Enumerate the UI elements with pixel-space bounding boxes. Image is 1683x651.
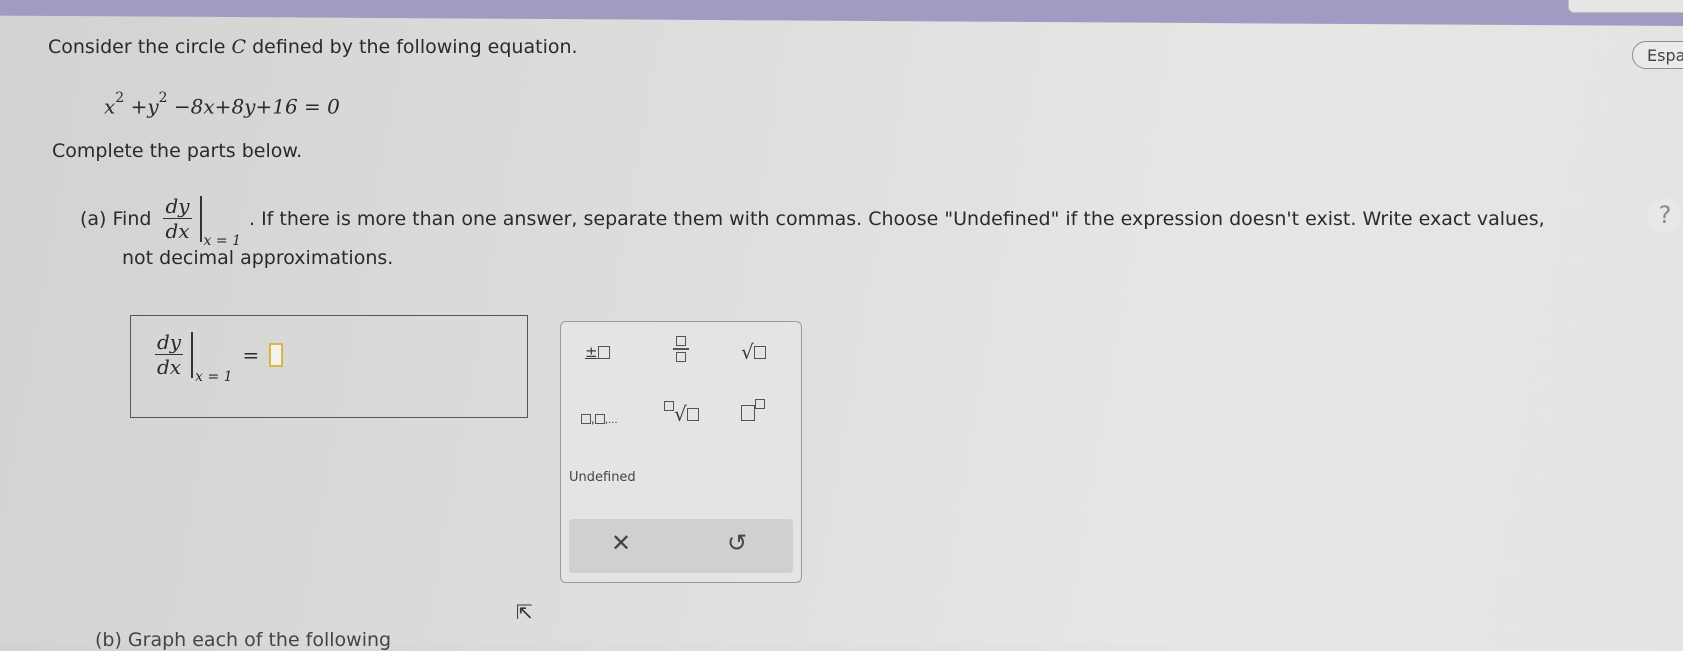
keypad-action-bar: ✕ ↺ bbox=[569, 519, 793, 573]
circle-equation: x2 +y2 −8x+8y+16 = 0 bbox=[104, 90, 340, 119]
prompt-text-rest: defined by the following equation. bbox=[252, 36, 578, 58]
answer-evaluation-bar bbox=[191, 331, 194, 378]
top-right-panel bbox=[1568, 0, 1683, 13]
part-a-instructions-2: not decimal approximations. bbox=[122, 247, 394, 269]
equals-sign: = bbox=[242, 342, 260, 367]
undo-button[interactable]: ↺ bbox=[727, 529, 747, 557]
answer-evaluation-point: x = 1 bbox=[195, 369, 233, 385]
answer-frac-numerator: dy bbox=[157, 330, 182, 354]
evaluation-bar bbox=[199, 195, 202, 242]
answer-input[interactable] bbox=[269, 342, 284, 367]
circle-variable: C bbox=[231, 36, 247, 58]
prompt-text: Consider the circle bbox=[48, 36, 226, 58]
part-a-instructions: . If there is more than one answer, sepa… bbox=[248, 207, 1545, 230]
undefined-key[interactable]: Undefined bbox=[569, 470, 636, 485]
part-a: (a) Find dy dx x = 1 . If there is more … bbox=[80, 194, 1560, 269]
derivative-fraction: dy dx bbox=[163, 194, 192, 243]
question-prompt: Consider the circle C defined by the fol… bbox=[48, 36, 578, 58]
square-root-key[interactable]: √ bbox=[741, 340, 766, 364]
answer-box: dy dx x = 1 = bbox=[130, 315, 528, 418]
eq-y-exponent: 2 bbox=[158, 90, 168, 106]
nth-root-glyph: √ bbox=[674, 402, 687, 426]
mouse-pointer-icon: ⇱ bbox=[516, 600, 533, 624]
language-toggle-button[interactable]: Espa bbox=[1632, 41, 1683, 69]
list-key[interactable]: ,,... bbox=[581, 408, 618, 427]
frac-numerator: dy bbox=[165, 194, 190, 218]
part-a-label: (a) Find bbox=[80, 207, 152, 230]
fraction-key[interactable] bbox=[673, 336, 689, 362]
nth-root-key[interactable]: √ bbox=[664, 401, 699, 426]
math-keypad: ± √ ,,... √ Undefined ✕ ↺ bbox=[560, 321, 802, 583]
part-b-heading: (b) Graph each of the following bbox=[95, 629, 392, 651]
plus-minus-key[interactable]: ± bbox=[585, 342, 610, 361]
clear-button[interactable]: ✕ bbox=[611, 529, 631, 557]
help-button[interactable]: ? bbox=[1648, 198, 1682, 232]
eq-x: x bbox=[104, 94, 116, 119]
answer-frac-denominator: dx bbox=[155, 354, 184, 379]
sqrt-glyph: √ bbox=[741, 340, 754, 364]
exponent-key[interactable] bbox=[741, 398, 765, 421]
instructions-complete: Complete the parts below. bbox=[52, 140, 303, 162]
top-banner bbox=[0, 0, 1683, 26]
eq-y: y bbox=[147, 94, 159, 119]
eq-rest: −8x+8y+16 = 0 bbox=[173, 94, 340, 119]
frac-denominator: dx bbox=[163, 218, 192, 243]
eq-x-exponent: 2 bbox=[115, 90, 125, 106]
answer-derivative-fraction: dy dx bbox=[155, 330, 184, 379]
